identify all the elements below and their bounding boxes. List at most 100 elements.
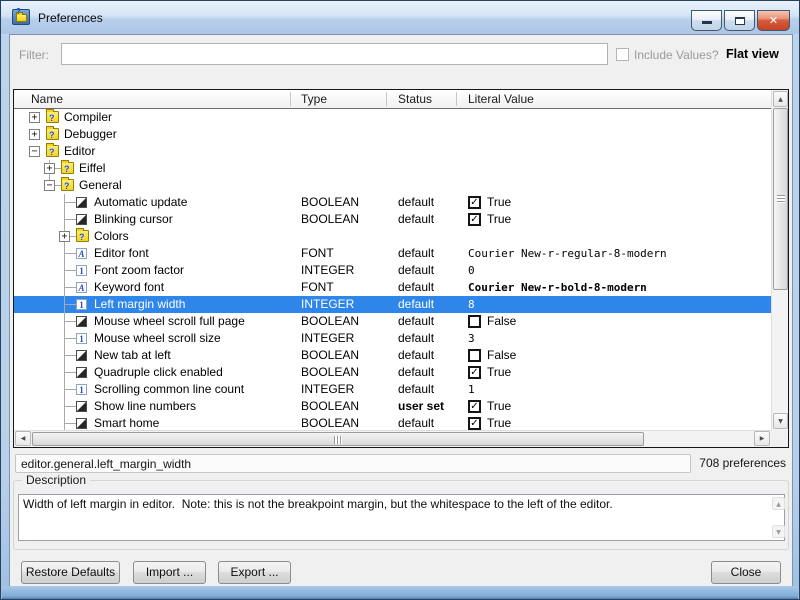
maximize-button[interactable] [724, 10, 755, 31]
scroll-right-icon[interactable]: ▶ [754, 431, 770, 446]
tree-row-mouse-wheel-scroll-size[interactable]: 1Mouse wheel scroll sizeINTEGERdefault3 [14, 330, 771, 347]
scroll-down-icon[interactable]: ▼ [773, 413, 788, 429]
pref-name: Colors [94, 228, 129, 245]
pref-type: BOOLEAN [301, 347, 359, 364]
pref-type: INTEGER [301, 262, 354, 279]
checkbox-checked-icon[interactable]: ✓ [468, 366, 481, 379]
include-values-checkbox[interactable] [616, 48, 629, 61]
column-header-name[interactable]: Name [31, 92, 63, 106]
scroll-up-icon[interactable]: ▲ [773, 91, 788, 107]
tree-row-blinking-cursor[interactable]: Blinking cursorBOOLEANdefault✓True [14, 211, 771, 228]
tree-connector-line [64, 355, 76, 356]
preferences-window: ? Preferences ✕ Filter: Include Values? … [0, 0, 800, 600]
selected-preference-path: editor.general.left_margin_width [15, 454, 691, 473]
tree-row-show-line-numbers[interactable]: Show line numbersBOOLEANuser set✓True [14, 398, 771, 415]
tree-row-keyword-font[interactable]: AKeyword fontFONTdefaultCourier New-r-bo… [14, 279, 771, 296]
expand-icon[interactable]: + [29, 112, 40, 123]
column-divider[interactable] [386, 92, 387, 106]
desc-scroll-down-icon[interactable]: ▼ [772, 525, 785, 538]
bool-icon [76, 418, 87, 429]
tree-connector-line [64, 372, 76, 373]
pref-status: default [398, 313, 434, 330]
restore-defaults-button[interactable]: Restore Defaults [21, 561, 120, 584]
expand-icon[interactable]: + [29, 129, 40, 140]
pref-type: BOOLEAN [301, 313, 359, 330]
question-mark-icon: ? [49, 131, 55, 140]
scroll-left-icon[interactable]: ◀ [15, 431, 31, 446]
tree-connector-line [64, 304, 76, 305]
checkbox-checked-icon[interactable]: ✓ [468, 196, 481, 209]
pref-name: Quadruple click enabled [94, 364, 223, 381]
collapse-icon[interactable]: − [29, 146, 40, 157]
font-icon: A [76, 282, 87, 293]
pref-name: Smart home [94, 415, 159, 430]
pref-name: Font zoom factor [94, 262, 184, 279]
tree-connector-line [64, 287, 76, 288]
pref-name: Mouse wheel scroll full page [94, 313, 245, 330]
preferences-count: 708 preferences [699, 456, 786, 470]
desc-scroll-up-icon[interactable]: ▲ [772, 497, 785, 510]
tree-row-new-tab-at-left[interactable]: New tab at leftBOOLEANdefaultFalse [14, 347, 771, 364]
tree-row-general[interactable]: −?General [14, 177, 771, 194]
bool-icon [76, 316, 87, 327]
expand-icon[interactable]: + [44, 163, 55, 174]
tree-row-quadruple-click-enabled[interactable]: Quadruple click enabled BOOLEAN default ✓ Tr… [14, 364, 771, 381]
int-icon: 1 [76, 384, 87, 395]
maximize-icon [735, 17, 745, 25]
checkbox-checked-icon[interactable]: ✓ [468, 417, 481, 430]
pref-status: default [398, 262, 434, 279]
export-button[interactable]: Export ... [218, 561, 291, 584]
expand-icon[interactable]: + [59, 231, 70, 242]
vertical-scrollbar[interactable]: ▲ ▼ [771, 90, 788, 430]
vertical-scroll-thumb[interactable] [773, 108, 788, 290]
description-text: Width of left margin in editor. Note: th… [18, 494, 785, 541]
pref-status: default [398, 364, 434, 381]
tree-row-smart-home[interactable]: Smart homeBOOLEANdefault✓True [14, 415, 771, 430]
pref-type: BOOLEAN [301, 364, 359, 381]
pref-type: FONT [301, 245, 334, 262]
pref-name: New tab at left [94, 347, 171, 364]
checkbox-unchecked-icon[interactable] [468, 349, 481, 362]
close-button[interactable]: Close [711, 561, 781, 584]
pref-status: default [398, 279, 434, 296]
question-mark-icon: ? [49, 114, 55, 123]
tree-row-editor-font[interactable]: AEditor fontFONTdefaultCourier New-r-reg… [14, 245, 771, 262]
tree-row-mouse-wheel-scroll-full-page[interactable]: Mouse wheel scroll full page BOOLEAN defau… [14, 313, 771, 330]
horizontal-scroll-thumb[interactable] [32, 432, 644, 446]
column-header-status[interactable]: Status [398, 92, 432, 106]
pref-type: FONT [301, 279, 334, 296]
pref-name: Blinking cursor [94, 211, 173, 228]
tree-row-font-zoom-factor[interactable]: 1Font zoom factorINTEGERdefault0 [14, 262, 771, 279]
horizontal-scrollbar[interactable]: ◀ ▶ [14, 430, 771, 447]
minimize-button[interactable] [691, 10, 722, 31]
pref-value: True [487, 194, 511, 211]
folder-icon: ? [46, 145, 59, 157]
app-icon: ? [12, 9, 30, 25]
checkbox-checked-icon[interactable]: ✓ [468, 213, 481, 226]
filter-input[interactable] [61, 43, 608, 65]
checkbox-unchecked-icon[interactable] [468, 315, 481, 328]
flat-view-button[interactable]: Flat view [726, 47, 779, 61]
tree-row-automatic-update[interactable]: Automatic updateBOOLEANdefault✓True [14, 194, 771, 211]
tree-connector-line [64, 338, 76, 339]
pref-type: BOOLEAN [301, 211, 359, 228]
tree-row-colors[interactable]: +? Colors [14, 228, 771, 245]
collapse-icon[interactable]: − [44, 180, 55, 191]
tree-row-left-margin-width[interactable]: 1Left margin widthINTEGERdefault8 [14, 296, 771, 313]
column-header-type[interactable]: Type [301, 92, 327, 106]
import-button[interactable]: Import ... [133, 561, 206, 584]
tree-row-eiffel[interactable]: +?Eiffel [14, 160, 771, 177]
close-window-button[interactable]: ✕ [757, 10, 790, 31]
tree-row-editor[interactable]: −?Editor [14, 143, 771, 160]
folder-icon: ? [76, 230, 89, 242]
tree-row-compiler[interactable]: +?Compiler [14, 109, 771, 126]
tree-row-debugger[interactable]: +?Debugger [14, 126, 771, 143]
column-divider[interactable] [456, 92, 457, 106]
column-divider[interactable] [290, 92, 291, 106]
checkbox-checked-icon[interactable]: ✓ [468, 400, 481, 413]
close-icon: ✕ [758, 14, 789, 28]
pref-value: True [487, 364, 511, 381]
pref-status: default [398, 347, 434, 364]
tree-row-scrolling-common-line-count[interactable]: 1Scrolling common line countINTEGERdefau… [14, 381, 771, 398]
column-header-literal[interactable]: Literal Value [468, 92, 534, 106]
